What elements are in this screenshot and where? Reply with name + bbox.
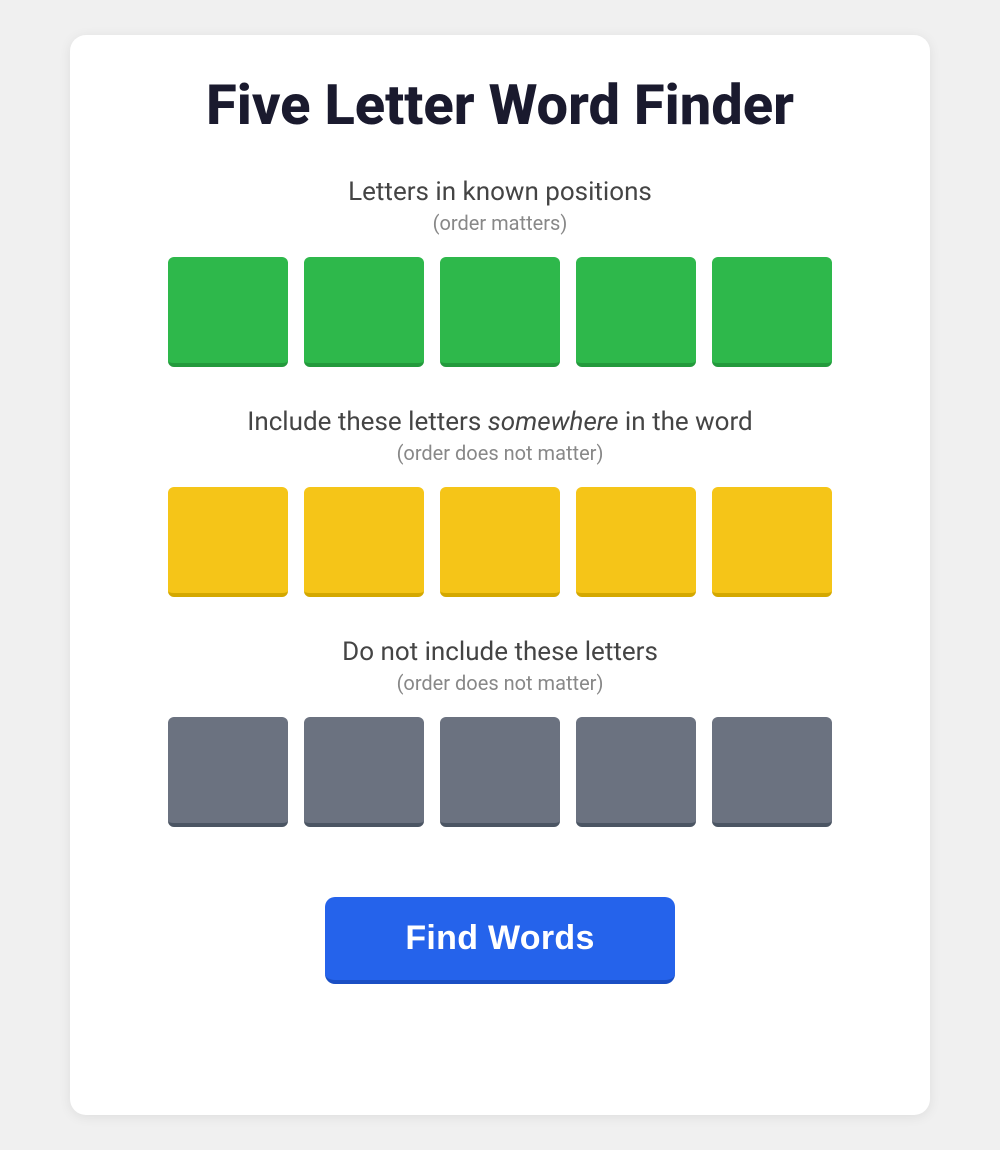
somewhere-box-2[interactable] (304, 487, 424, 597)
somewhere-title-italic: somewhere (488, 407, 619, 437)
exclude-subtitle: (order does not matter) (397, 671, 604, 695)
exclude-title: Do not include these letters (342, 637, 658, 667)
known-positions-section: Letters in known positions (order matter… (130, 177, 870, 367)
known-pos-box-2[interactable] (304, 257, 424, 367)
known-positions-title: Letters in known positions (348, 177, 652, 207)
somewhere-box-3[interactable] (440, 487, 560, 597)
known-pos-box-5[interactable] (712, 257, 832, 367)
known-positions-row (168, 257, 832, 367)
known-pos-box-4[interactable] (576, 257, 696, 367)
exclude-box-1[interactable] (168, 717, 288, 827)
somewhere-box-5[interactable] (712, 487, 832, 597)
page-title: Five Letter Word Finder (206, 75, 794, 137)
exclude-box-2[interactable] (304, 717, 424, 827)
somewhere-section: Include these letters somewhere in the w… (130, 407, 870, 597)
somewhere-box-1[interactable] (168, 487, 288, 597)
exclude-box-3[interactable] (440, 717, 560, 827)
somewhere-box-4[interactable] (576, 487, 696, 597)
exclude-row (168, 717, 832, 827)
somewhere-title-suffix: in the word (618, 407, 752, 437)
known-pos-box-3[interactable] (440, 257, 560, 367)
known-pos-box-1[interactable] (168, 257, 288, 367)
somewhere-title: Include these letters somewhere in the w… (247, 407, 752, 437)
somewhere-title-prefix: Include these letters (247, 407, 487, 437)
known-positions-subtitle: (order matters) (433, 211, 568, 235)
main-card: Five Letter Word Finder Letters in known… (70, 35, 930, 1115)
exclude-box-4[interactable] (576, 717, 696, 827)
exclude-box-5[interactable] (712, 717, 832, 827)
somewhere-row (168, 487, 832, 597)
find-words-button[interactable]: Find Words (325, 897, 674, 984)
exclude-section: Do not include these letters (order does… (130, 637, 870, 827)
somewhere-subtitle: (order does not matter) (397, 441, 604, 465)
